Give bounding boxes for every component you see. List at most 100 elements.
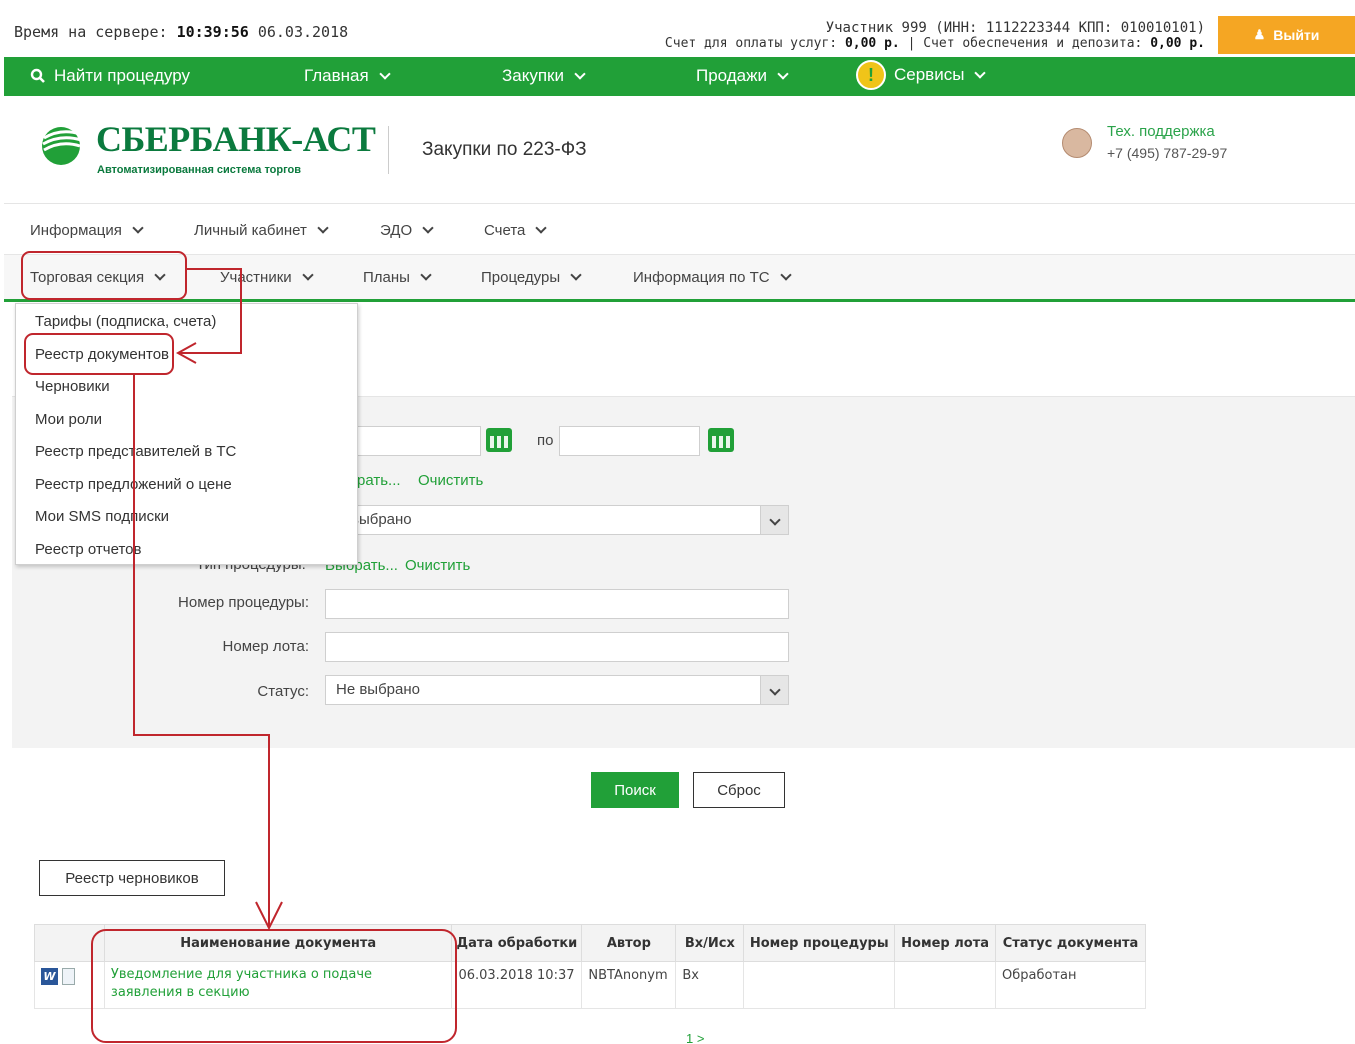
clear-link[interactable]: Очистить [418,472,483,489]
chevron-down-icon [302,269,314,281]
support-phone: +7 (495) 787-29-97 [1107,145,1228,161]
clear-link[interactable]: Очистить [405,557,470,574]
menu-label: Информация [30,222,122,239]
participant-info: Участник 999 (ИНН: 1112223344 КПП: 01001… [665,20,1205,52]
section-title: Закупки по 223-ФЗ [422,139,587,160]
menu-ts-info[interactable]: Информация по ТС [633,269,792,286]
column-header-date[interactable]: Дата обработки [451,924,583,962]
cell-lot-number [894,961,997,1009]
calendar-icon[interactable] [708,428,734,452]
table-row: W Уведомление для участника о подаче зая… [34,961,1146,1009]
cell-author: NBTAnonym [581,961,677,1009]
row-icons: W [34,961,105,1009]
nav-main[interactable]: Главная [304,66,391,86]
support-link[interactable]: Тех. поддержка [1107,123,1215,140]
chevron-down-icon [379,67,391,80]
menu-label: Участники [220,269,292,286]
reset-button[interactable]: Сброс [693,772,785,808]
lot-number-label: Номер лота: [222,638,309,655]
status-label: Статус: [257,683,309,700]
menu-label: Планы [363,269,410,286]
menu-edo[interactable]: ЭДО [380,222,434,239]
nav-main-label: Главная [304,66,369,85]
dropdown-item-my-roles[interactable]: Мои роли [35,411,102,428]
column-header-name[interactable]: Наименование документа [103,924,453,962]
menu-trading-section[interactable]: Торговая секция [30,269,166,286]
cell-direction: Вх [675,961,745,1009]
cell-date: 06.03.2018 10:37 [451,961,583,1009]
menu-participants[interactable]: Участники [220,269,314,286]
drafts-registry-button[interactable]: Реестр черновиков [39,860,225,896]
server-time: Время на сервере: 10:39:56 06.03.2018 [14,23,348,41]
server-date-value: 06.03.2018 [257,23,349,41]
document-name-link[interactable]: Уведомление для участника о подаче заявл… [103,961,453,1009]
menu-label: Процедуры [481,269,561,286]
pagination[interactable]: 1 > [686,1031,704,1044]
chevron-down-icon [317,222,329,234]
menu-personal-cabinet[interactable]: Личный кабинет [194,222,329,239]
chevron-down-icon [422,222,434,234]
date-from-input[interactable] [340,426,481,456]
nav-purchases[interactable]: Закупки [502,66,586,86]
menu-accounts[interactable]: Счета [484,222,548,239]
trading-section-dropdown: Тарифы (подписка, счета) Реестр документ… [15,303,358,565]
logo-title: СБЕРБАНК-АСТ [96,119,376,159]
chevron-down-icon [570,269,582,281]
dropdown-item-documents-registry[interactable]: Реестр документов [35,346,169,363]
table-header-row: Наименование документа Дата обработки Ав… [34,924,1146,962]
search-icon [30,68,45,83]
date-to-input[interactable] [559,426,700,456]
find-procedure-link[interactable]: Найти процедуру [30,66,190,86]
select-link[interactable]: рать... [357,472,401,489]
find-procedure-label: Найти процедуру [54,66,190,85]
nav-sales[interactable]: Продажи [696,66,789,86]
dropdown-item-sms-subscriptions[interactable]: Мои SMS подписки [35,508,169,525]
participant-line: Участник 999 (ИНН: 1112223344 КПП: 01001… [825,20,1205,36]
billing-label: Счет для оплаты услуг: [664,36,838,51]
support-avatar [1062,128,1092,158]
column-header-procedure-number[interactable]: Номер процедуры [743,924,896,962]
deposit-label: | Счет обеспечения и депозита: [907,36,1143,51]
chevron-down-icon [420,269,432,281]
menu-label: ЭДО [380,222,413,239]
menu-label: Счета [484,222,526,239]
date-to-label: по [537,432,554,449]
lot-number-input[interactable] [325,632,789,662]
chevron-down-icon [779,269,792,281]
calendar-icon[interactable] [486,428,512,452]
nav-services[interactable]: ! Сервисы [856,60,987,90]
status-value: Не выбрано [336,681,420,698]
menu-label: Личный кабинет [194,222,307,239]
nav-purchases-label: Закупки [502,66,564,85]
chevron-down-icon [132,222,144,234]
column-header-lot-number[interactable]: Номер лота [894,924,997,962]
column-header-icons [34,924,105,962]
menu-label: Торговая секция [30,269,145,286]
filter-select[interactable]: выбрано [340,505,789,535]
site-header: СБЕРБАНК-АСТ Автоматизированная система … [4,96,1355,204]
documents-table: Наименование документа Дата обработки Ав… [34,924,1146,1009]
server-time-label: Время на сервере: [14,23,168,41]
procedure-number-input[interactable] [325,589,789,619]
nav-sales-label: Продажи [696,66,767,85]
dropdown-item-drafts[interactable]: Черновики [35,378,110,395]
menu-information[interactable]: Информация [30,222,144,239]
search-button[interactable]: Поиск [591,772,679,808]
dropdown-item-reports[interactable]: Реестр отчетов [35,541,141,558]
file-icon[interactable] [62,968,75,985]
menu-plans[interactable]: Планы [363,269,432,286]
menu-procedures[interactable]: Процедуры [481,269,582,286]
word-document-icon[interactable]: W [41,968,58,985]
dropdown-item-tariffs[interactable]: Тарифы (подписка, счета) [35,313,216,330]
column-header-direction[interactable]: Вх/Исх [675,924,745,962]
status-select[interactable]: Не выбрано [325,675,789,705]
menu-label: Информация по ТС [633,269,770,286]
column-header-author[interactable]: Автор [581,924,677,962]
select-value: выбрано [351,511,412,528]
logout-button[interactable]: ♟ Выйти [1218,16,1355,54]
dropdown-item-representatives[interactable]: Реестр представителей в ТС [35,443,236,460]
column-header-status[interactable]: Статус документа [995,924,1146,962]
logout-label: Выйти [1273,27,1320,43]
top-info-bar: Время на сервере: 10:39:56 06.03.2018 Уч… [4,10,1355,56]
dropdown-item-price-offers[interactable]: Реестр предложений о цене [35,476,232,493]
